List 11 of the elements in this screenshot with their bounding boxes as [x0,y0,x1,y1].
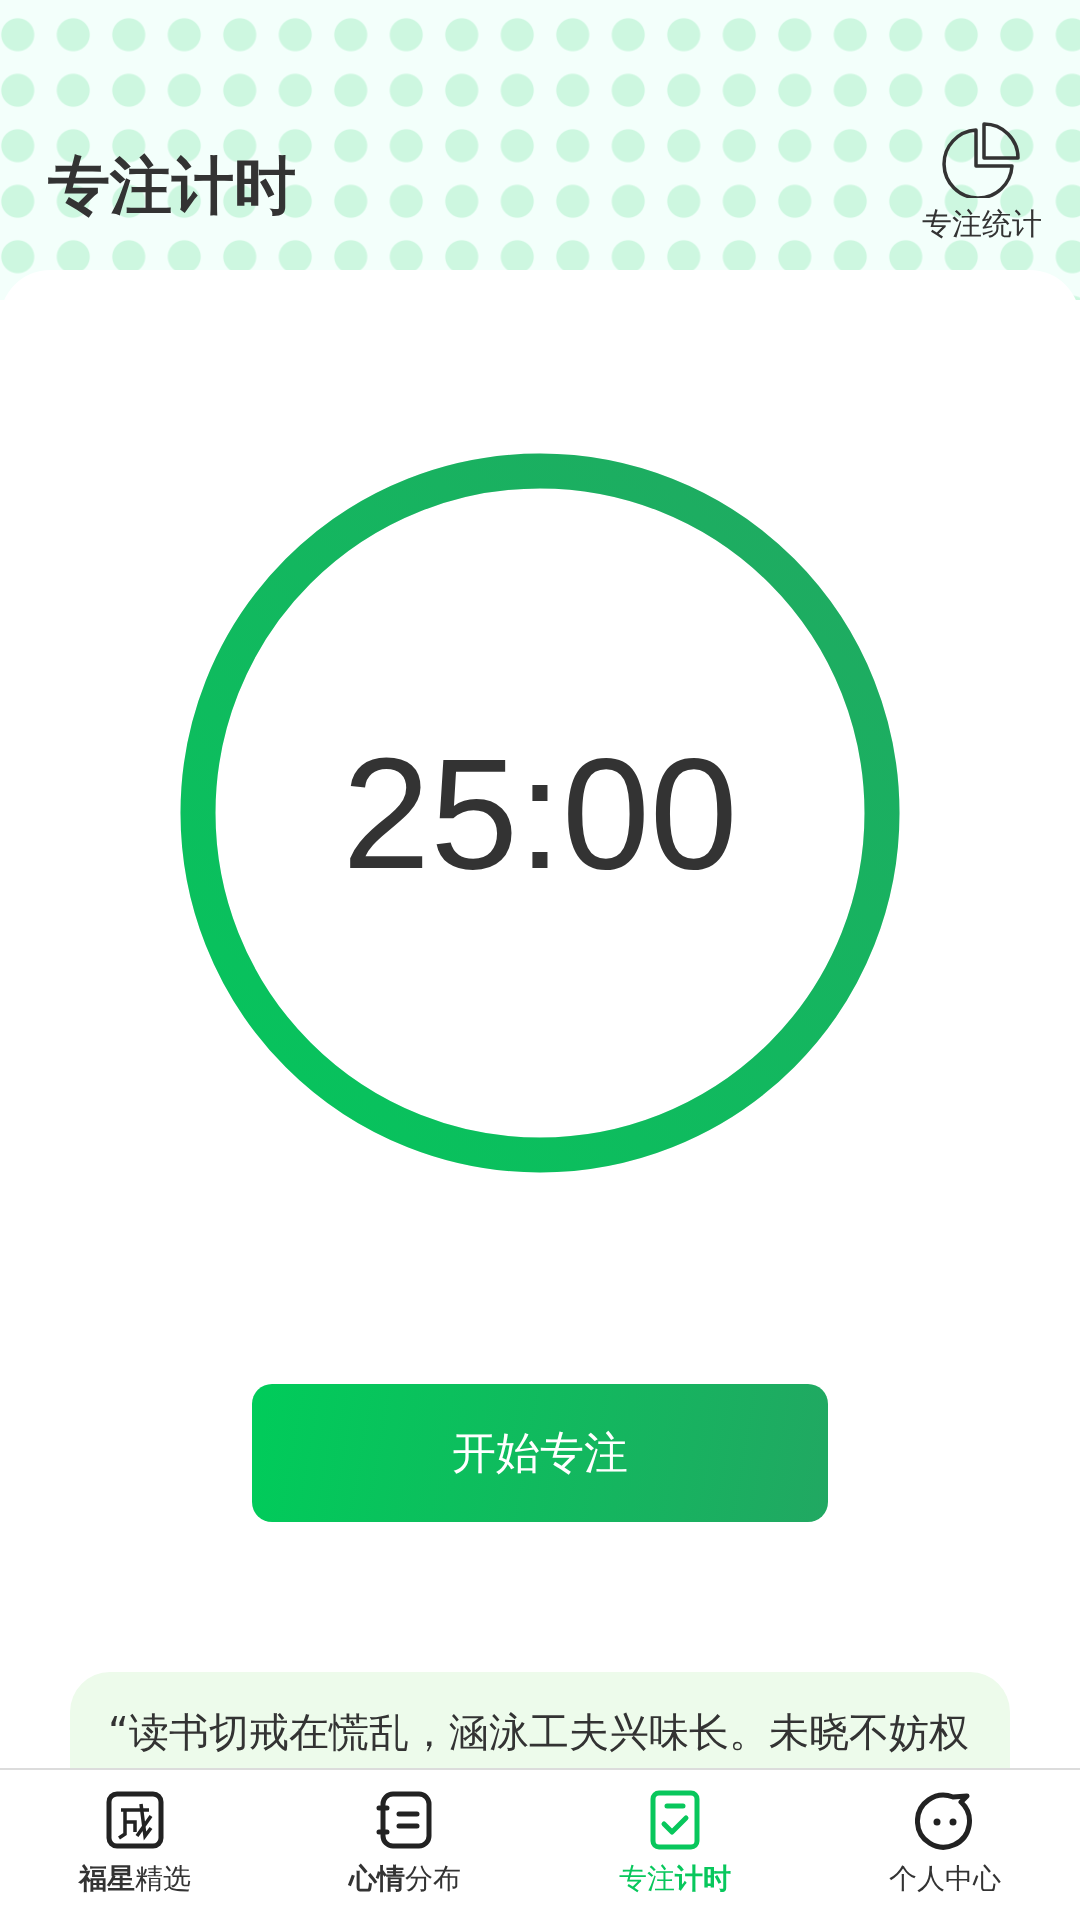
stats-button[interactable]: 专注统计 [922,122,1042,245]
tab[interactable]: 心情分布 [270,1770,540,1920]
page-title: 专注计时 [48,155,296,217]
pie-chart-icon [942,122,1022,198]
tab[interactable]: 个人中心 [810,1770,1080,1920]
face-icon [915,1790,975,1850]
quote-text: “读书切戒在慌乱，涵泳工夫兴味长。未晓不妨权 [108,1708,970,1757]
notebook-icon [375,1790,435,1850]
tab[interactable]: 福星精选 [0,1770,270,1920]
timer-text: 25:00 [342,734,738,892]
character-tile-icon [105,1790,165,1850]
